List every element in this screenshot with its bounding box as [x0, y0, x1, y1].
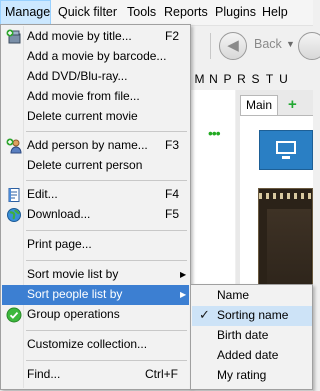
edit-icon	[8, 188, 20, 202]
menu-separator	[26, 330, 187, 331]
add-person-by-name-item[interactable]: Add person by name... F3	[2, 136, 189, 156]
sort-by-added-date-item[interactable]: Added date	[192, 346, 312, 366]
alpha-letter[interactable]: R	[236, 72, 247, 88]
chevron-down-icon[interactable]: ▼	[286, 39, 295, 49]
tab-main[interactable]: Main	[240, 95, 278, 115]
sort-by-my-rating-item[interactable]: My rating	[192, 366, 312, 386]
alpha-letter[interactable]: T	[264, 72, 275, 88]
add-movie-icon	[6, 29, 21, 44]
menu-manage[interactable]: Manage	[0, 0, 51, 25]
forward-button[interactable]	[298, 32, 320, 60]
globe-icon	[7, 208, 21, 222]
menu-plugins[interactable]: Plugins	[215, 0, 256, 25]
back-arrow-icon: ◀	[227, 37, 239, 54]
back-label[interactable]: Back	[254, 37, 282, 51]
add-movie-from-file-item[interactable]: Add movie from file...	[2, 87, 189, 107]
sort-people-list-by-item[interactable]: Sort people list by ▶	[2, 285, 189, 305]
find-item[interactable]: Find... Ctrl+F	[2, 365, 189, 385]
add-person-icon	[6, 138, 22, 154]
print-page-item[interactable]: Print page...	[2, 235, 189, 255]
sort-by-birth-date-item[interactable]: Birth date	[192, 326, 312, 346]
back-button[interactable]: ◀	[219, 32, 247, 60]
checkmark-icon: ✓	[199, 307, 210, 322]
menu-reports[interactable]: Reports	[164, 0, 208, 25]
menu-separator	[26, 360, 187, 361]
menu-quick-filter[interactable]: Quick filter	[58, 0, 117, 25]
delete-current-person-item[interactable]: Delete current person	[2, 156, 189, 176]
submenu-arrow-icon: ▶	[180, 270, 187, 279]
alphabet-filter-bar: M N P R S T U	[194, 72, 289, 88]
submenu-arrow-icon: ▶	[180, 290, 187, 299]
menu-help[interactable]: Help	[262, 0, 288, 25]
add-dvd-item[interactable]: Add DVD/Blu-ray...	[2, 67, 189, 87]
add-movie-by-title-item[interactable]: Add movie by title... F2	[2, 27, 189, 47]
menu-separator	[26, 260, 187, 261]
sort-by-name-item[interactable]: Name	[192, 286, 312, 306]
menu-separator	[26, 230, 187, 231]
alpha-letter[interactable]: M	[194, 72, 205, 88]
monitor-icon[interactable]	[259, 130, 313, 170]
customize-collection-item[interactable]: Customize collection...	[2, 335, 189, 355]
sort-people-submenu: Name ✓ Sorting name Birth date Added dat…	[190, 284, 313, 390]
sort-movie-list-by-item[interactable]: Sort movie list by ▶	[2, 265, 189, 285]
alpha-letter[interactable]: P	[222, 72, 233, 88]
menu-separator	[26, 180, 187, 181]
more-dots-icon[interactable]: •••	[208, 125, 221, 141]
sort-by-sorting-name-item[interactable]: ✓ Sorting name	[192, 306, 312, 326]
edit-item[interactable]: Edit... F4	[2, 185, 189, 205]
menu-separator	[26, 131, 187, 132]
download-item[interactable]: Download... F5	[2, 205, 189, 225]
menu-bar: Manage Quick filter Tools Reports Plugin…	[0, 0, 313, 26]
delete-current-movie-item[interactable]: Delete current movie	[2, 107, 189, 127]
toolbar-separator	[210, 33, 211, 59]
alpha-letter[interactable]: S	[250, 72, 261, 88]
group-operations-item[interactable]: Group operations	[2, 305, 189, 325]
alpha-letter[interactable]: N	[208, 72, 219, 88]
menu-tools[interactable]: Tools	[127, 0, 156, 25]
add-movie-by-barcode-item[interactable]: Add a movie by barcode...	[2, 47, 189, 67]
manage-menu: Add movie by title... F2 Add a movie by …	[0, 24, 191, 390]
check-circle-icon	[6, 307, 22, 323]
add-tab-icon[interactable]: +	[288, 96, 297, 113]
alpha-letter[interactable]: U	[278, 72, 289, 88]
